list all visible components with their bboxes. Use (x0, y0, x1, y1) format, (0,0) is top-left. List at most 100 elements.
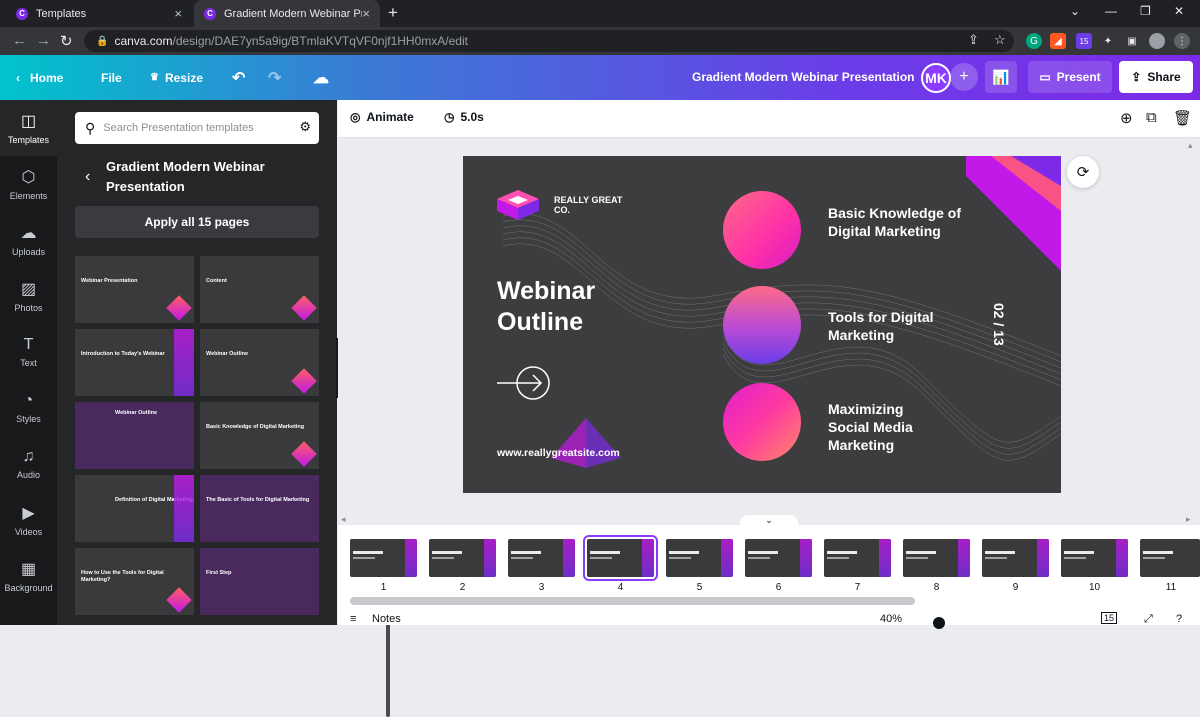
page-thumb-2[interactable] (429, 539, 496, 577)
slide-title-line2: Outline (497, 308, 584, 336)
present-button[interactable]: ▭ Present (1028, 61, 1112, 93)
thumb-decoration (590, 551, 620, 554)
maximize-icon[interactable]: ❐ (1140, 4, 1151, 18)
close-tab-icon[interactable]: × (174, 6, 182, 21)
pages-horizontal-scrollbar[interactable] (350, 597, 915, 605)
zoom-level[interactable]: 40% (880, 613, 902, 625)
close-tab-icon[interactable]: × (362, 6, 370, 21)
thumb-decoration (1116, 539, 1128, 577)
minimize-icon[interactable]: — (1105, 4, 1117, 18)
bookmark-star-icon[interactable]: ☆ (994, 32, 1006, 48)
new-tab-icon[interactable]: + (388, 3, 398, 23)
rail-label: Styles (16, 414, 41, 424)
scroll-left-icon[interactable]: ◂ (341, 514, 346, 525)
close-window-icon[interactable]: ✕ (1174, 4, 1184, 18)
slide-canvas[interactable]: REALLY GREAT CO. Webinar Outline www.rea… (463, 156, 1061, 493)
profile-avatar-icon[interactable] (1149, 33, 1165, 49)
document-title[interactable]: Gradient Modern Webinar Presentation (692, 70, 914, 84)
tab-search-icon[interactable]: ⌄ (1070, 4, 1080, 18)
share-button[interactable]: ⇪ Share (1119, 61, 1193, 93)
fullscreen-icon[interactable]: ⤢ (1144, 613, 1153, 626)
grammarly-extension-icon[interactable]: G (1026, 33, 1042, 49)
rail-item-uploads[interactable]: ☁ Uploads (0, 212, 57, 268)
add-collaborator-button[interactable]: + (950, 63, 978, 91)
rail-item-elements[interactable]: ⬡ Elements (0, 156, 57, 212)
ask-comment-button[interactable]: ⟳ (1067, 156, 1099, 188)
template-thumb[interactable]: Introduction to Today's Webinar (75, 329, 194, 396)
duration-button[interactable]: ◷ 5.0s (444, 110, 484, 124)
browser-tab-current[interactable]: C Gradient Modern Webinar Presen × (194, 0, 380, 27)
extension-badge-icon[interactable]: 15 (1076, 33, 1092, 49)
template-thumb[interactable]: Definition of Digital Marketing (75, 475, 194, 542)
delete-page-icon[interactable]: 🗑 (1173, 109, 1192, 127)
rail-item-background[interactable]: ▦ Background (0, 548, 57, 604)
thumb-decoration (721, 539, 733, 577)
rail-item-text[interactable]: T Text (0, 324, 57, 380)
template-thumb[interactable]: The Basic of Tools for Digital Marketing (200, 475, 319, 542)
resize-button[interactable]: ♛ Resize (150, 55, 203, 100)
comment-refresh-icon: ⟳ (1076, 164, 1090, 181)
rail-item-styles[interactable]: ◔ Styles (0, 380, 57, 436)
thumb-decoration (166, 587, 192, 613)
share-page-icon[interactable]: ⇪ (968, 32, 979, 48)
redo-icon[interactable]: ↷ (268, 55, 281, 100)
template-thumb[interactable]: How to Use the Tools for Digital Marketi… (75, 548, 194, 615)
page-thumb-4[interactable] (583, 535, 658, 581)
rail-item-photos[interactable]: ▨ Photos (0, 268, 57, 324)
insights-button[interactable]: 📊 (985, 61, 1017, 93)
thumb-decoration (669, 557, 691, 559)
thumb-title: Content (206, 278, 227, 284)
template-thumb[interactable]: Webinar Outline (200, 329, 319, 396)
extensions-puzzle-icon[interactable]: ✦ (1100, 33, 1116, 49)
share-label: Share (1147, 70, 1181, 84)
page-thumb-5[interactable] (666, 539, 733, 577)
scroll-up-icon[interactable]: ▴ (1188, 140, 1193, 151)
filter-icon[interactable]: ⚙ (299, 119, 311, 135)
file-menu-button[interactable]: File (101, 55, 122, 100)
forward-icon[interactable]: → (36, 32, 51, 49)
url-input[interactable]: 🔒 canva.com /design/DAE7yn5a9ig/BTmlaKVT… (84, 30, 1014, 52)
browser-tab-templates[interactable]: C Templates × (6, 0, 192, 27)
page-thumb-11[interactable] (1140, 539, 1200, 577)
back-icon[interactable]: ← (12, 32, 27, 49)
undo-icon[interactable]: ↶ (232, 55, 245, 100)
back-chevron-icon[interactable]: ‹ (85, 168, 90, 186)
menu-dots-icon[interactable]: ⋮ (1174, 33, 1190, 49)
template-search-input[interactable]: ⚲ Search Presentation templates ⚙ (75, 112, 319, 144)
rail-label: Elements (9, 191, 48, 201)
rail-item-templates[interactable]: ◫ Templates (0, 100, 57, 156)
user-avatar[interactable]: MK (921, 63, 951, 93)
home-button[interactable]: ‹ Home (16, 55, 63, 100)
extension-icon[interactable]: ◢ (1050, 33, 1066, 49)
template-thumb[interactable]: Webinar Presentation (75, 256, 194, 323)
cloud-save-icon[interactable]: ☁ (313, 55, 329, 100)
duplicate-page-icon[interactable]: ⧉ (1146, 109, 1157, 126)
page-thumb-9[interactable] (982, 539, 1049, 577)
page-thumb-8[interactable] (903, 539, 970, 577)
rail-item-videos[interactable]: ▶ Videos (0, 492, 57, 548)
template-thumb[interactable]: Webinar Outline (75, 402, 194, 469)
apply-all-pages-button[interactable]: Apply all 15 pages (75, 206, 319, 238)
animate-button[interactable]: ◎ Animate (350, 110, 414, 124)
page-thumb-1[interactable] (350, 539, 417, 577)
page-thumb-6[interactable] (745, 539, 812, 577)
add-page-icon[interactable]: ⊕ (1120, 109, 1133, 127)
scroll-right-icon[interactable]: ▸ (1186, 514, 1191, 525)
template-thumb[interactable]: Content (200, 256, 319, 323)
page-thumb-7[interactable] (824, 539, 891, 577)
editor-header: ‹ Home File ♛ Resize ↶ ↷ ☁ Gradient Mode… (0, 55, 1200, 100)
page-count-button[interactable]: 15 (1101, 612, 1118, 624)
reload-icon[interactable]: ↻ (60, 32, 73, 50)
template-thumb[interactable]: First Step (200, 548, 319, 615)
zoom-slider-handle[interactable] (933, 617, 945, 629)
page-thumb-3[interactable] (508, 539, 575, 577)
toggle-pages-strip[interactable]: ⌄ (740, 515, 798, 529)
help-icon[interactable]: ? (1176, 613, 1182, 625)
rail-label: Videos (14, 527, 43, 537)
notes-button[interactable]: Notes (372, 613, 401, 625)
page-thumb-10[interactable] (1061, 539, 1128, 577)
side-panel-icon[interactable]: ▣ (1124, 33, 1140, 49)
left-rail: ◫ Templates ⬡ Elements ☁ Uploads ▨ Photo… (0, 100, 57, 625)
template-thumb[interactable]: Basic Knowledge of Digital Marketing (200, 402, 319, 469)
rail-item-audio[interactable]: ♫ Audio (0, 436, 57, 492)
